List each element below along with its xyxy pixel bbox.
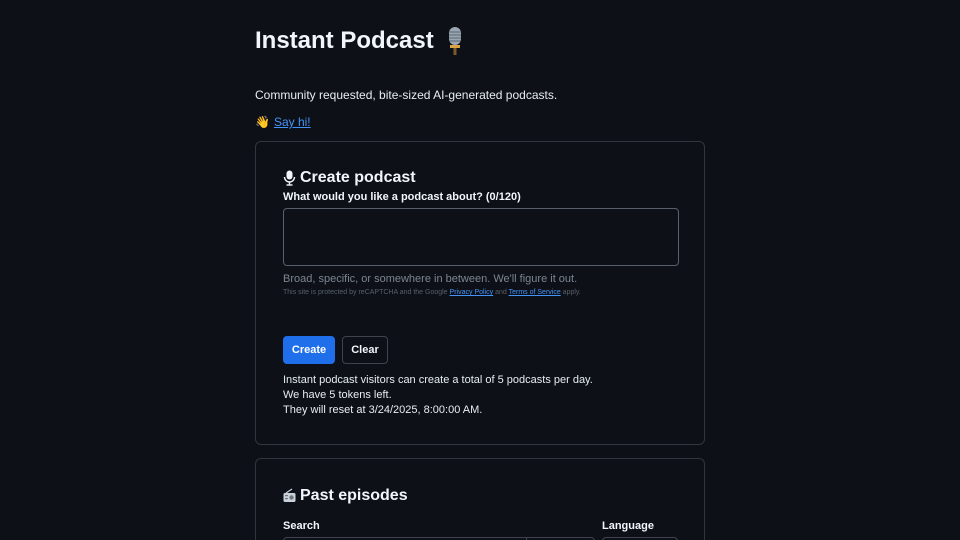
create-podcast-heading: Create podcast [283,169,416,187]
past-episodes-title: Past episodes [300,487,408,504]
search-label: Search [283,520,320,532]
recaptcha-and: and [495,289,507,296]
page: Instant Podcast Community requested, bit… [0,0,960,540]
say-hi-link[interactable]: Say hi! [274,115,311,129]
studio-microphone-icon [444,26,466,56]
title-row: Instant Podcast [255,26,466,56]
waving-hand-icon: 👋 [255,115,270,129]
microphone-icon [283,170,296,186]
create-podcast-card: Create podcast What would you like a pod… [255,141,705,445]
tagline: Community requested, bite-sized AI-gener… [255,88,558,102]
token-info: Instant podcast visitors can create a to… [283,373,593,418]
page-title: Instant Podcast [255,27,434,54]
language-label: Language [602,520,654,532]
past-episodes-card: Past episodes Search Language [255,458,705,540]
reset-time-text: They will reset at 3/24/2025, 8:00:00 AM… [283,404,483,416]
recaptcha-prefix: This site is protected by reCAPTCHA and … [283,289,448,296]
clear-button[interactable]: Clear [342,336,388,364]
terms-of-service-link[interactable]: Terms of Service [509,289,561,296]
past-episodes-heading: Past episodes [283,487,408,505]
daily-limit-text: Instant podcast visitors can create a to… [283,374,593,386]
say-hi-row: 👋 Say hi! [255,115,311,129]
topic-textarea[interactable] [283,208,679,266]
radio-icon [283,488,296,504]
create-podcast-title: Create podcast [300,169,416,186]
privacy-policy-link[interactable]: Privacy Policy [450,289,494,296]
topic-field-label: What would you like a podcast about? (0/… [283,191,521,203]
recaptcha-suffix: apply. [562,289,581,296]
recaptcha-notice: This site is protected by reCAPTCHA and … [283,289,581,296]
tokens-left-text: We have 5 tokens left. [283,389,392,401]
topic-hint: Broad, specific, or somewhere in between… [283,273,578,285]
create-button[interactable]: Create [283,336,335,364]
